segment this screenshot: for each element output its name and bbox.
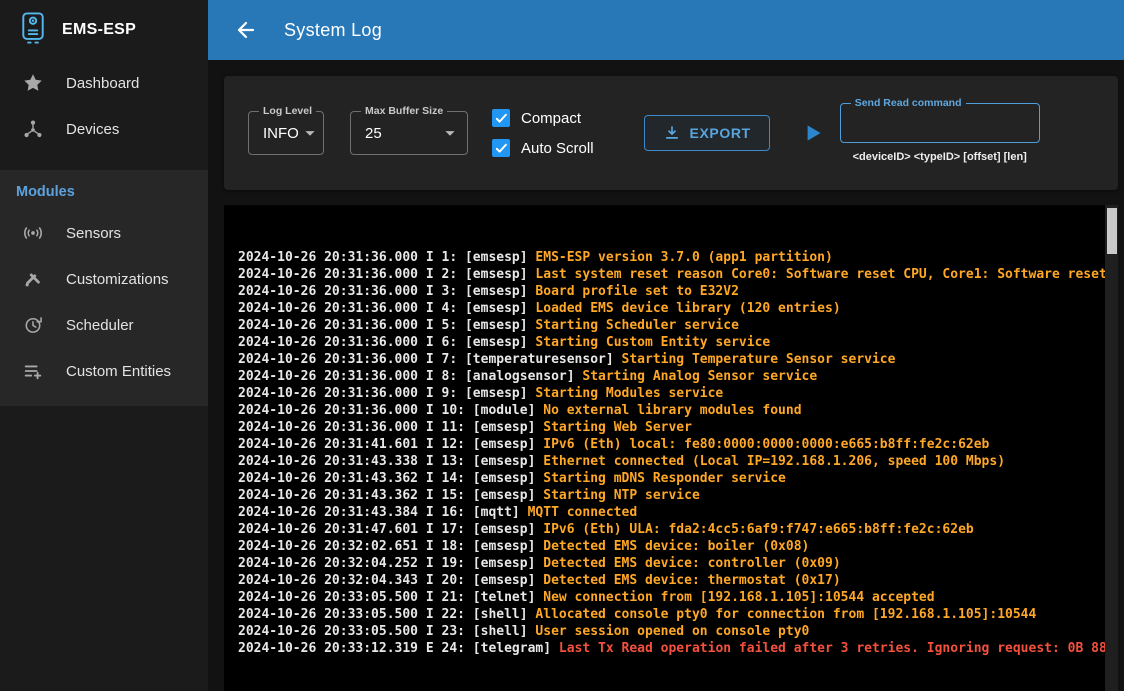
log-line: 2024-10-26 20:31:36.000 I 11: [emsesp] S… — [238, 419, 1104, 436]
log-line: 2024-10-26 20:32:02.651 I 18: [emsesp] D… — [238, 538, 1104, 555]
log-level-value: INFO — [263, 125, 299, 142]
log-line: 2024-10-26 20:31:36.000 I 4: [emsesp] Lo… — [238, 300, 1104, 317]
compact-checkbox[interactable]: Compact — [492, 109, 594, 127]
export-button[interactable]: EXPORT — [644, 115, 770, 151]
sidebar-item-label: Sensors — [66, 225, 121, 242]
log-line: 2024-10-26 20:31:36.000 I 9: [emsesp] St… — [238, 385, 1104, 402]
sidebar-nav: Dashboard Devices — [0, 60, 208, 152]
log-controls-card: Log Level INFO Max Buffer Size 25 — [224, 76, 1118, 190]
log-console: 2024-10-26 20:31:36.000 I 1: [emsesp] EM… — [224, 205, 1118, 691]
scrollbar-thumb[interactable] — [1107, 208, 1117, 254]
log-line: 2024-10-26 20:33:12.319 E 24: [telegram]… — [238, 640, 1104, 657]
sidebar: EMS-ESP Dashboard Devices Modules — [0, 0, 208, 691]
log-line: 2024-10-26 20:33:05.500 I 22: [shell] Al… — [238, 606, 1104, 623]
log-line: 2024-10-26 20:33:05.500 I 23: [shell] Us… — [238, 623, 1104, 640]
ems-esp-app: EMS-ESP Dashboard Devices Modules — [0, 0, 1124, 691]
sidebar-header: EMS-ESP — [0, 0, 208, 60]
auto-scroll-label: Auto Scroll — [521, 140, 594, 157]
log-line: 2024-10-26 20:31:36.000 I 6: [emsesp] St… — [238, 334, 1104, 351]
chevron-down-icon — [299, 122, 321, 144]
log-line: 2024-10-26 20:32:04.252 I 19: [emsesp] D… — [238, 555, 1104, 572]
modules-section: Modules Sensors Customizations Scheduler — [0, 170, 208, 406]
sidebar-item-devices[interactable]: Devices — [0, 106, 208, 152]
sidebar-item-sensors[interactable]: Sensors — [0, 210, 208, 256]
auto-scroll-checkbox[interactable]: Auto Scroll — [492, 139, 594, 157]
sidebar-item-custom-entities[interactable]: Custom Entities — [0, 348, 208, 394]
customizations-icon — [22, 268, 44, 290]
sidebar-item-scheduler[interactable]: Scheduler — [0, 302, 208, 348]
back-arrow-icon[interactable] — [234, 18, 258, 42]
sidebar-item-label: Scheduler — [66, 317, 134, 334]
custom-entities-icon — [22, 360, 44, 382]
log-line: 2024-10-26 20:31:36.000 I 7: [temperatur… — [238, 351, 1104, 368]
log-scrollbar[interactable] — [1105, 205, 1118, 691]
sidebar-item-label: Customizations — [66, 271, 169, 288]
app-title: EMS-ESP — [62, 21, 136, 39]
send-command-helper-text: <deviceID> <typeID> [offset] [len] — [853, 151, 1027, 163]
log-line: 2024-10-26 20:31:36.000 I 1: [emsesp] EM… — [238, 249, 1104, 266]
log-line: 2024-10-26 20:33:05.500 I 21: [telnet] N… — [238, 589, 1104, 606]
appbar: System Log — [208, 0, 1124, 60]
log-line: 2024-10-26 20:31:36.000 I 3: [emsesp] Bo… — [238, 283, 1104, 300]
download-icon — [663, 124, 681, 142]
log-line: 2024-10-26 20:32:04.343 I 20: [emsesp] D… — [238, 572, 1104, 589]
sidebar-item-label: Custom Entities — [66, 363, 171, 380]
log-line: 2024-10-26 20:31:47.601 I 17: [emsesp] I… — [238, 521, 1104, 538]
checkbox-group: Compact Auto Scroll — [492, 109, 594, 157]
content: Log Level INFO Max Buffer Size 25 — [208, 60, 1124, 691]
log-lines: 2024-10-26 20:31:36.000 I 1: [emsesp] EM… — [238, 249, 1104, 657]
sidebar-item-customizations[interactable]: Customizations — [0, 256, 208, 302]
send-read-command-field[interactable]: Send Read command — [840, 103, 1040, 143]
log-line: 2024-10-26 20:31:43.362 I 14: [emsesp] S… — [238, 470, 1104, 487]
log-line: 2024-10-26 20:31:36.000 I 8: [analogsens… — [238, 368, 1104, 385]
compact-label: Compact — [521, 110, 581, 127]
star-icon — [22, 72, 44, 94]
export-button-label: EXPORT — [690, 125, 751, 141]
log-level-select[interactable]: Log Level INFO — [248, 111, 324, 155]
log-line: 2024-10-26 20:31:43.338 I 13: [emsesp] E… — [238, 453, 1104, 470]
checkbox-checked-icon — [492, 109, 510, 127]
scheduler-icon — [22, 314, 44, 336]
sidebar-item-label: Devices — [66, 121, 119, 138]
log-line: 2024-10-26 20:31:43.362 I 15: [emsesp] S… — [238, 487, 1104, 504]
page-title: System Log — [284, 20, 382, 41]
log-line: 2024-10-26 20:31:43.384 I 16: [mqtt] MQT… — [238, 504, 1104, 521]
log-level-label: Log Level — [259, 105, 316, 117]
checkbox-checked-icon — [492, 139, 510, 157]
send-read-command-input[interactable] — [841, 104, 1039, 142]
log-line: 2024-10-26 20:31:36.000 I 10: [module] N… — [238, 402, 1104, 419]
max-buffer-size-value: 25 — [365, 125, 439, 142]
chevron-down-icon — [439, 122, 461, 144]
send-command-play-icon[interactable] — [800, 120, 826, 146]
send-read-command-label: Send Read command — [851, 97, 966, 109]
sidebar-item-dashboard[interactable]: Dashboard — [0, 60, 208, 106]
sidebar-item-label: Dashboard — [66, 75, 139, 92]
sensors-icon — [22, 222, 44, 244]
log-line: 2024-10-26 20:31:41.601 I 12: [emsesp] I… — [238, 436, 1104, 453]
main-area: System Log Log Level INFO Max Buffer Siz… — [208, 0, 1124, 691]
ems-esp-logo-icon — [18, 11, 48, 50]
log-line: 2024-10-26 20:31:36.000 I 5: [emsesp] St… — [238, 317, 1104, 334]
modules-header: Modules — [0, 174, 208, 210]
log-line: 2024-10-26 20:31:36.000 I 2: [emsesp] La… — [238, 266, 1104, 283]
send-read-command-group: Send Read command <deviceID> <typeID> [o… — [840, 103, 1040, 163]
devices-icon — [22, 118, 44, 140]
max-buffer-size-label: Max Buffer Size — [361, 105, 447, 117]
max-buffer-size-select[interactable]: Max Buffer Size 25 — [350, 111, 468, 155]
